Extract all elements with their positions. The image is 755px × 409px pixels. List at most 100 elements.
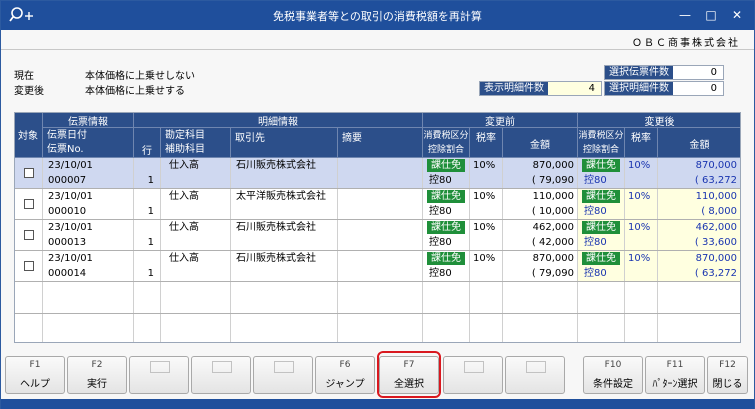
after-tax-category: 課仕免 xyxy=(582,221,624,235)
slip-date: 23/10/01 xyxy=(48,191,93,202)
display-count-label: 表示明細件数 xyxy=(480,82,548,95)
after-rate: 10% xyxy=(628,160,651,171)
cell-separator xyxy=(502,220,503,251)
cell-separator xyxy=(469,158,470,189)
header-line: 行 xyxy=(134,128,161,158)
slip-date: 23/10/01 xyxy=(48,253,93,264)
tax-category-badge: 課仕免 xyxy=(582,252,620,265)
before-amount: 462,000 xyxy=(532,222,574,233)
maximize-button[interactable]: □ xyxy=(701,6,721,24)
header-after-deduction: 控除割合 xyxy=(582,145,619,155)
before-amount: 110,000 xyxy=(532,191,574,202)
partner: 太平洋販売株式会社 xyxy=(236,191,326,202)
after-amount: 462,000 xyxy=(695,222,737,233)
fkey-f1-button[interactable]: F1 ヘルプ xyxy=(5,356,65,394)
header-detail-info: 明細情報 xyxy=(134,113,423,128)
cell-separator xyxy=(422,158,423,189)
tax-category-badge: 課仕免 xyxy=(582,190,620,203)
header-after-amount: 金額 xyxy=(658,128,740,158)
before-rate: 10% xyxy=(473,222,496,233)
cell-separator xyxy=(422,251,423,282)
fkey-empty-button[interactable] xyxy=(443,356,503,394)
table-row[interactable]: 23/10/01 000010 1 仕入高 太平洋販売株式会社 課仕免 控80 10% 110,… xyxy=(15,189,740,220)
header-account: 勘定科目 補助科目 xyxy=(161,128,231,158)
header-before-tax-category: 消費税区分 xyxy=(423,131,469,141)
main-window: 免税事業者等との取引の消費税額を再計算 — □ ✕ ＯＢＣ商事株式会社 現在 本… xyxy=(0,0,755,409)
fkey-empty-button[interactable] xyxy=(191,356,251,394)
current-label: 現在 xyxy=(14,71,34,82)
tax-category-badge: 課仕免 xyxy=(427,159,465,172)
table-row[interactable]: 23/10/01 000007 1 仕入高 石川販売株式会社 課仕免 控80 10% 870,0… xyxy=(15,158,740,189)
slip-date: 23/10/01 xyxy=(48,160,93,171)
cell-separator xyxy=(42,251,43,282)
after-deduction: 控80 xyxy=(584,175,607,186)
before-rate: 10% xyxy=(473,160,496,171)
fkey-empty-button[interactable] xyxy=(253,356,313,394)
fkey-f10-button[interactable]: F10 条件設定 xyxy=(583,356,643,394)
after-tax: ( 33,600 xyxy=(694,237,737,248)
minimize-button[interactable]: — xyxy=(675,6,695,24)
row-select-checkbox[interactable] xyxy=(24,199,34,209)
before-amount: 870,000 xyxy=(532,160,574,171)
after-tax: ( 8,000 xyxy=(701,206,737,217)
table-row[interactable]: 23/10/01 000013 1 仕入高 石川販売株式会社 課仕免 控80 10% 462,0… xyxy=(15,220,740,251)
partner: 石川販売株式会社 xyxy=(236,222,316,233)
after-tax-category: 課仕免 xyxy=(582,190,624,204)
tax-category-badge: 課仕免 xyxy=(427,221,465,234)
header-after: 変更後 xyxy=(578,113,740,128)
fkey-label: ﾊﾟﾀｰﾝ選択 xyxy=(652,379,698,390)
selected-slip-label: 選択伝票件数 xyxy=(605,66,673,79)
header-select: 対象 xyxy=(15,113,43,158)
tax-category-badge: 課仕免 xyxy=(582,221,620,234)
cell-separator xyxy=(160,158,161,189)
tax-category-badge: 課仕免 xyxy=(427,190,465,203)
after-tax: ( 63,272 xyxy=(694,175,737,186)
after-amount: 870,000 xyxy=(695,160,737,171)
fkey-empty-button[interactable] xyxy=(129,356,189,394)
divider xyxy=(1,49,754,50)
fkey-empty-button[interactable] xyxy=(505,356,565,394)
cell-separator xyxy=(230,220,231,251)
fkey-code: F1 xyxy=(29,360,41,370)
row-select-checkbox[interactable] xyxy=(24,261,34,271)
header-before-category: 消費税区分 控除割合 xyxy=(423,128,470,158)
company-name: ＯＢＣ商事株式会社 xyxy=(632,38,740,49)
line-no: 1 xyxy=(147,268,154,279)
header-before-amount: 金額 xyxy=(503,128,578,158)
f7-highlight-frame xyxy=(377,351,441,398)
before-tax: ( 79,090 xyxy=(531,268,574,279)
fkey-blank-slot xyxy=(274,361,294,373)
before-tax: ( 42,000 xyxy=(531,237,574,248)
before-amount: 870,000 xyxy=(532,253,574,264)
table-row[interactable]: 23/10/01 000014 1 仕入高 石川販売株式会社 課仕免 控80 10% 870,0… xyxy=(15,251,740,282)
fkey-blank-slot xyxy=(526,361,546,373)
account: 仕入高 xyxy=(169,253,199,264)
fkey-blank-slot xyxy=(150,361,170,373)
after-amount: 110,000 xyxy=(695,191,737,202)
fkey-f2-button[interactable]: F2 実行 xyxy=(67,356,127,394)
cell-separator xyxy=(422,220,423,251)
before-tax: ( 10,000 xyxy=(531,206,574,217)
selected-slip-count: 選択伝票件数 0 xyxy=(604,65,724,80)
header-sub-account-label: 補助科目 xyxy=(165,144,205,155)
fkey-f12-button[interactable]: F12 閉じる xyxy=(707,356,748,394)
cell-separator xyxy=(502,189,503,220)
cell-separator xyxy=(230,251,231,282)
after-label: 変更後 xyxy=(14,86,44,97)
close-button[interactable]: ✕ xyxy=(727,6,747,24)
row-select-checkbox[interactable] xyxy=(24,168,34,178)
fkey-code: F11 xyxy=(666,360,684,370)
fkey-f6-button[interactable]: F6 ジャンプ xyxy=(315,356,375,394)
cell-separator xyxy=(657,220,658,251)
header-before-rate: 税率 xyxy=(470,128,503,158)
fkey-label: 条件設定 xyxy=(593,379,633,390)
before-tax-category: 課仕免 xyxy=(427,221,469,235)
cell-separator xyxy=(422,189,423,220)
fkey-f11-button[interactable]: F11 ﾊﾟﾀｰﾝ選択 xyxy=(645,356,705,394)
header-after-rate: 税率 xyxy=(625,128,658,158)
cell-separator xyxy=(337,251,338,282)
cell-separator xyxy=(469,189,470,220)
tax-category-badge: 課仕免 xyxy=(582,159,620,172)
row-select-checkbox[interactable] xyxy=(24,230,34,240)
selected-detail-label: 選択明細件数 xyxy=(605,82,673,95)
